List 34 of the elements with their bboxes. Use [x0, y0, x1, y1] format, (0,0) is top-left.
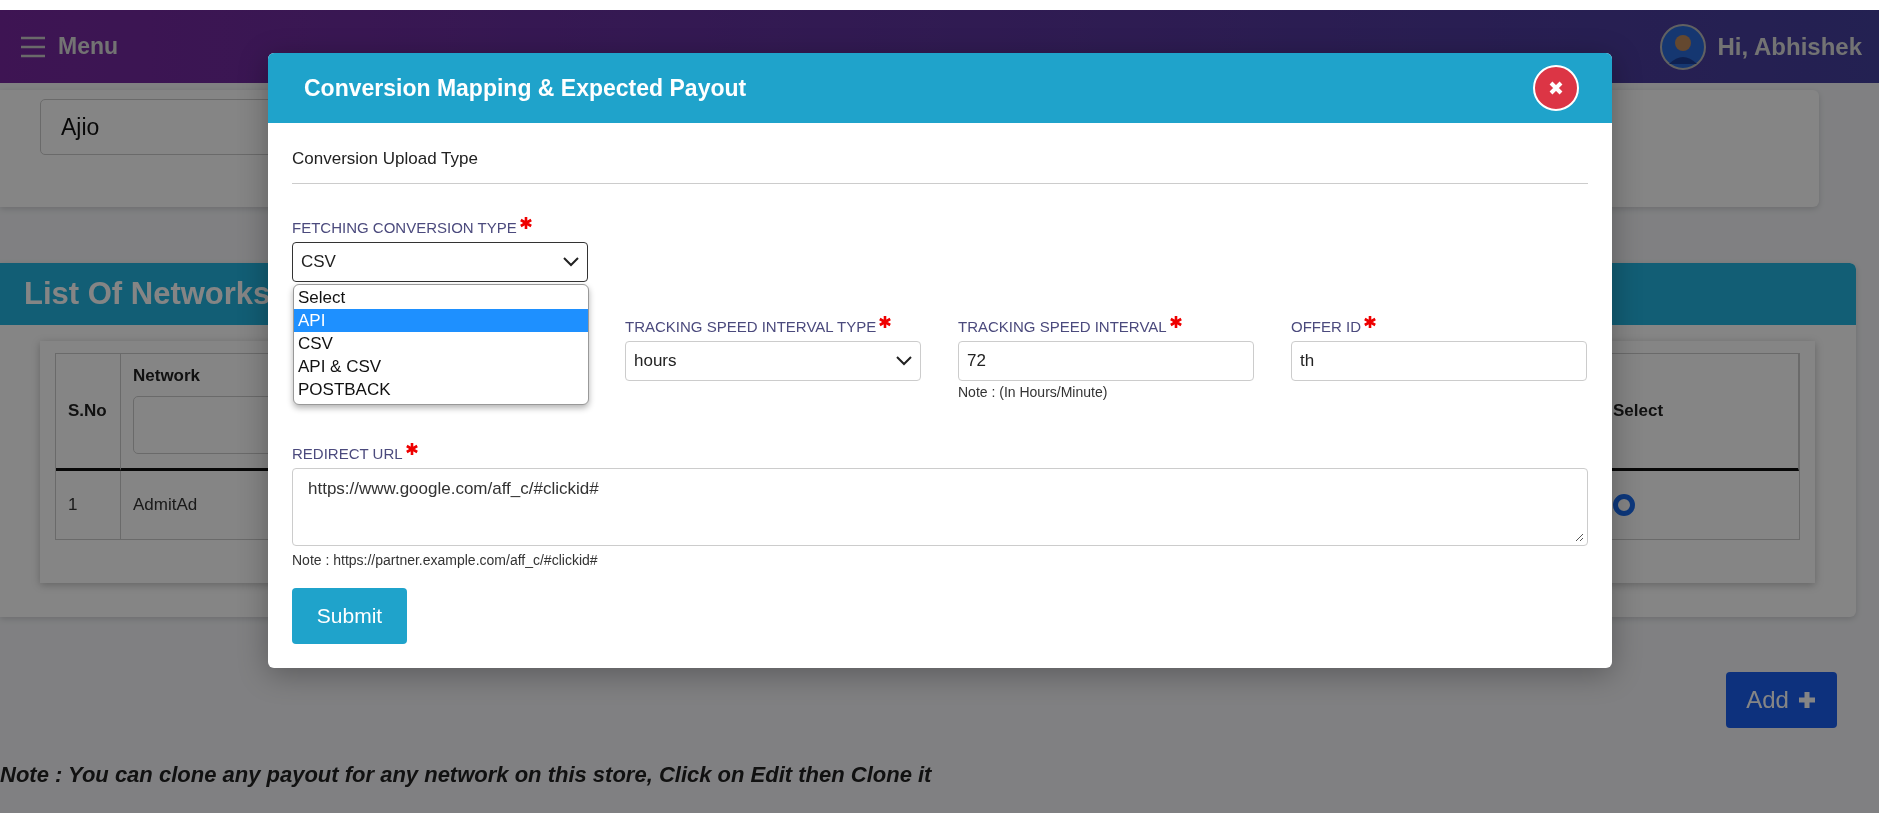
table-cell: 1: [56, 471, 121, 539]
close-button[interactable]: [1533, 65, 1579, 111]
chevron-icon: [563, 257, 579, 267]
section-title: Conversion Upload Type: [292, 149, 1588, 184]
dropdown-option[interactable]: CSV: [294, 332, 588, 355]
greeting: Hi, Abhishek: [1717, 32, 1862, 61]
chevron-icon: [896, 356, 912, 366]
input-field[interactable]: th: [1291, 341, 1587, 381]
modal-title: Conversion Mapping & Expected Payout: [304, 74, 747, 102]
dropdown-option[interactable]: POSTBACK: [294, 378, 588, 401]
field-label: TRACKING SPEED INTERVAL TYPE: [625, 318, 877, 335]
field-note: Note : (In Hours/Minute): [958, 384, 1109, 400]
field-note: Note : https://partner.example.com/aff_c/#clickid#: [292, 552, 599, 568]
select-field[interactable]: hours: [625, 341, 921, 381]
column-label: Network: [133, 366, 201, 386]
resize-grip-icon[interactable]: [1574, 532, 1584, 542]
dropdown-option[interactable]: Select: [294, 286, 588, 309]
field-label: FETCHING CONVERSION TYPE: [292, 219, 517, 236]
select-field[interactable]: CSV: [292, 242, 588, 282]
radio-button[interactable]: [1613, 494, 1635, 516]
url-field[interactable]: https://www.google.com/aff_c/#clickid#: [292, 468, 1588, 546]
panel-title: List Of Networks: [24, 276, 271, 312]
avatar-icon[interactable]: [1659, 23, 1706, 70]
dropdown-option[interactable]: API & CSV: [294, 355, 588, 378]
footer-note: Note : You can clone any payout for any network on this store, Click on Edit then Clone it: [0, 762, 933, 788]
field-label: OFFER ID: [1291, 318, 1361, 335]
column-label: Select: [1613, 401, 1664, 421]
menu-icon[interactable]: [20, 35, 46, 58]
field-label: TRACKING SPEED INTERVAL: [958, 318, 1167, 335]
field-label: REDIRECT URL: [292, 445, 403, 462]
close-icon: [1548, 80, 1564, 96]
input-field[interactable]: 72: [958, 341, 1254, 381]
plus-icon: [1796, 690, 1817, 710]
column-label: S.No: [68, 401, 107, 421]
